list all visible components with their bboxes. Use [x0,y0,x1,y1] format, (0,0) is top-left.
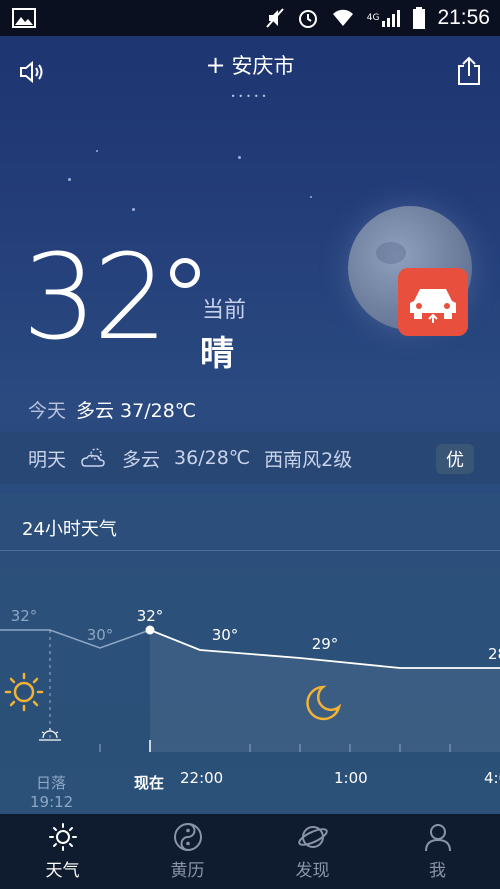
temp-label-3: 30° [212,626,239,644]
hourly-axis: 日落 19:12 现在 22:00 1:00 4:0 [0,768,500,814]
nav-weather[interactable]: 天气 [0,814,125,889]
tick-0100: 1:00 [334,769,368,787]
page-indicator: ••••• [230,92,270,101]
sun-icon [4,672,44,712]
nav-discover-label: 发现 [295,861,330,881]
city-name: 安庆市 [231,54,295,78]
sun-icon [48,822,78,852]
mute-icon [265,7,285,29]
nav-almanac-label: 黄历 [170,861,205,881]
tomorrow-label: 明天 [28,448,67,471]
signal-icon: 4G [367,9,402,27]
share-icon[interactable] [456,56,482,86]
current-label: 当前 [202,298,247,323]
hourly-divider [0,550,500,551]
wifi-icon [331,8,355,28]
alarm-icon [297,7,319,29]
today-forecast: 多云 37/28℃ [76,400,197,422]
tick-now: 现在 [134,774,165,792]
tomorrow-wind: 西南风2级 [264,448,353,471]
hourly-title: 24小时天气 [22,519,117,540]
yinyang-icon [173,822,203,852]
tomorrow-row[interactable]: 明天 多云 36/28℃ 西南风2级 优 [0,432,500,484]
cloudy-icon [80,447,108,469]
temp-label-0: 32° [11,607,38,625]
degree-symbol [170,258,200,288]
nav-me-label: 我 [429,861,446,881]
sunset-icon [39,728,61,741]
status-time: 21:56 [437,6,490,29]
past-temp-line [0,629,151,649]
temp-label-1: 30° [87,626,114,644]
hourly-chart[interactable]: 32° 30° 32° 30° 29° 28 [0,590,500,760]
current-temperature: 32 [22,228,168,366]
current-condition: 晴 [200,334,234,374]
nav-weather-label: 天气 [45,861,80,881]
add-city-icon[interactable]: + [205,51,225,79]
nav-almanac[interactable]: 黄历 [125,814,250,889]
today-summary: 今天 多云 37/28℃ [28,396,196,423]
tomorrow-temps: 36/28℃ [174,447,251,469]
top-bar: + 安庆市 ••••• [0,36,500,106]
planet-icon [297,822,329,852]
car-service-button[interactable] [398,268,468,336]
nav-me[interactable]: 我 [375,814,500,889]
today-label: 今天 [28,400,67,422]
tick-sunset: 日落 [36,774,67,792]
temp-label-2: 32° [137,607,164,625]
temp-label-4: 29° [312,635,339,653]
tick-sunset-time: 19:12 [30,793,74,811]
city-selector[interactable]: + 安庆市 [0,50,500,80]
temp-label-5: 28 [488,645,500,663]
image-icon [12,7,36,29]
tick-2200: 22:00 [180,769,224,787]
bottom-nav: 天气 黄历 发现 我 [0,814,500,889]
person-icon [423,822,453,852]
status-bar: 4G 21:56 [0,0,500,36]
aqi-badge[interactable]: 优 [436,444,474,474]
tomorrow-condition: 多云 [122,448,161,471]
car-icon [406,279,460,325]
now-marker [145,625,155,635]
nav-discover[interactable]: 发现 [250,814,375,889]
battery-icon [413,7,426,29]
tick-0400: 4:0 [484,769,500,787]
